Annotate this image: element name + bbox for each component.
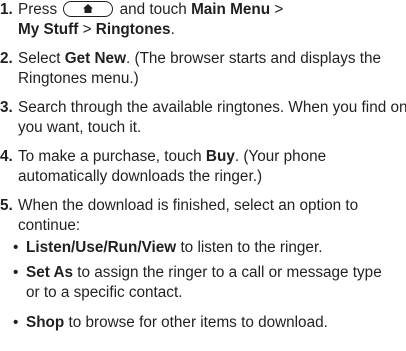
- option-get-new: Get New: [64, 50, 126, 67]
- menu-path-ringtones: Ringtones: [95, 21, 171, 39]
- option-shop: Shop: [26, 314, 65, 331]
- list-item: • Shop to browse for other items to down…: [0, 313, 406, 333]
- step-text: When the download is finished, select an…: [18, 197, 359, 235]
- option-description: to browse for other items to download.: [68, 314, 328, 331]
- option-buy: Buy: [205, 148, 235, 165]
- step-text: To make a purchase, touch: [18, 148, 202, 165]
- step-text: Select: [18, 50, 61, 67]
- step-text: and touch: [119, 1, 187, 18]
- step-number: 4.: [0, 148, 13, 165]
- path-separator: >: [82, 21, 92, 39]
- option-set-as: Set As: [26, 264, 74, 281]
- menu-path-main-menu: Main Menu: [191, 1, 271, 18]
- list-item: • Listen/Use/Run/View to listen to the r…: [0, 238, 406, 258]
- step-text: Search through the available ringtones. …: [18, 99, 406, 137]
- option-listen-use-run-view: Listen/Use/Run/View: [26, 239, 177, 256]
- home-key-icon: [63, 1, 114, 17]
- bullet: •: [13, 314, 19, 331]
- path-separator: >: [274, 1, 284, 18]
- step-1: 1. Press and touch Main Menu > My Stuff …: [0, 1, 284, 39]
- instructions: 1. Press and touch Main Menu > My Stuff …: [0, 0, 406, 351]
- menu-path-my-stuff: My Stuff: [18, 21, 79, 39]
- step-number: 5.: [0, 197, 13, 214]
- option-description: to assign the ringer to a call or messag…: [26, 264, 382, 302]
- step-5: 5. When the download is finished, select…: [0, 196, 406, 237]
- bullet: •: [13, 239, 19, 256]
- list-item: • Set As to assign the ringer to a call …: [0, 263, 391, 304]
- step-text: Press: [18, 1, 58, 18]
- step-number: 1.: [0, 1, 13, 18]
- step-number: 3.: [0, 99, 13, 116]
- bullet: •: [13, 264, 19, 281]
- option-description: to listen to the ringer.: [180, 239, 323, 256]
- step-3: 3. Search through the available ringtone…: [0, 98, 406, 139]
- step-number: 2.: [0, 50, 13, 67]
- step-4: 4. To make a purchase, touch Buy. (Your …: [0, 147, 406, 188]
- step-2: 2. Select Get New. (The browser starts a…: [0, 49, 406, 90]
